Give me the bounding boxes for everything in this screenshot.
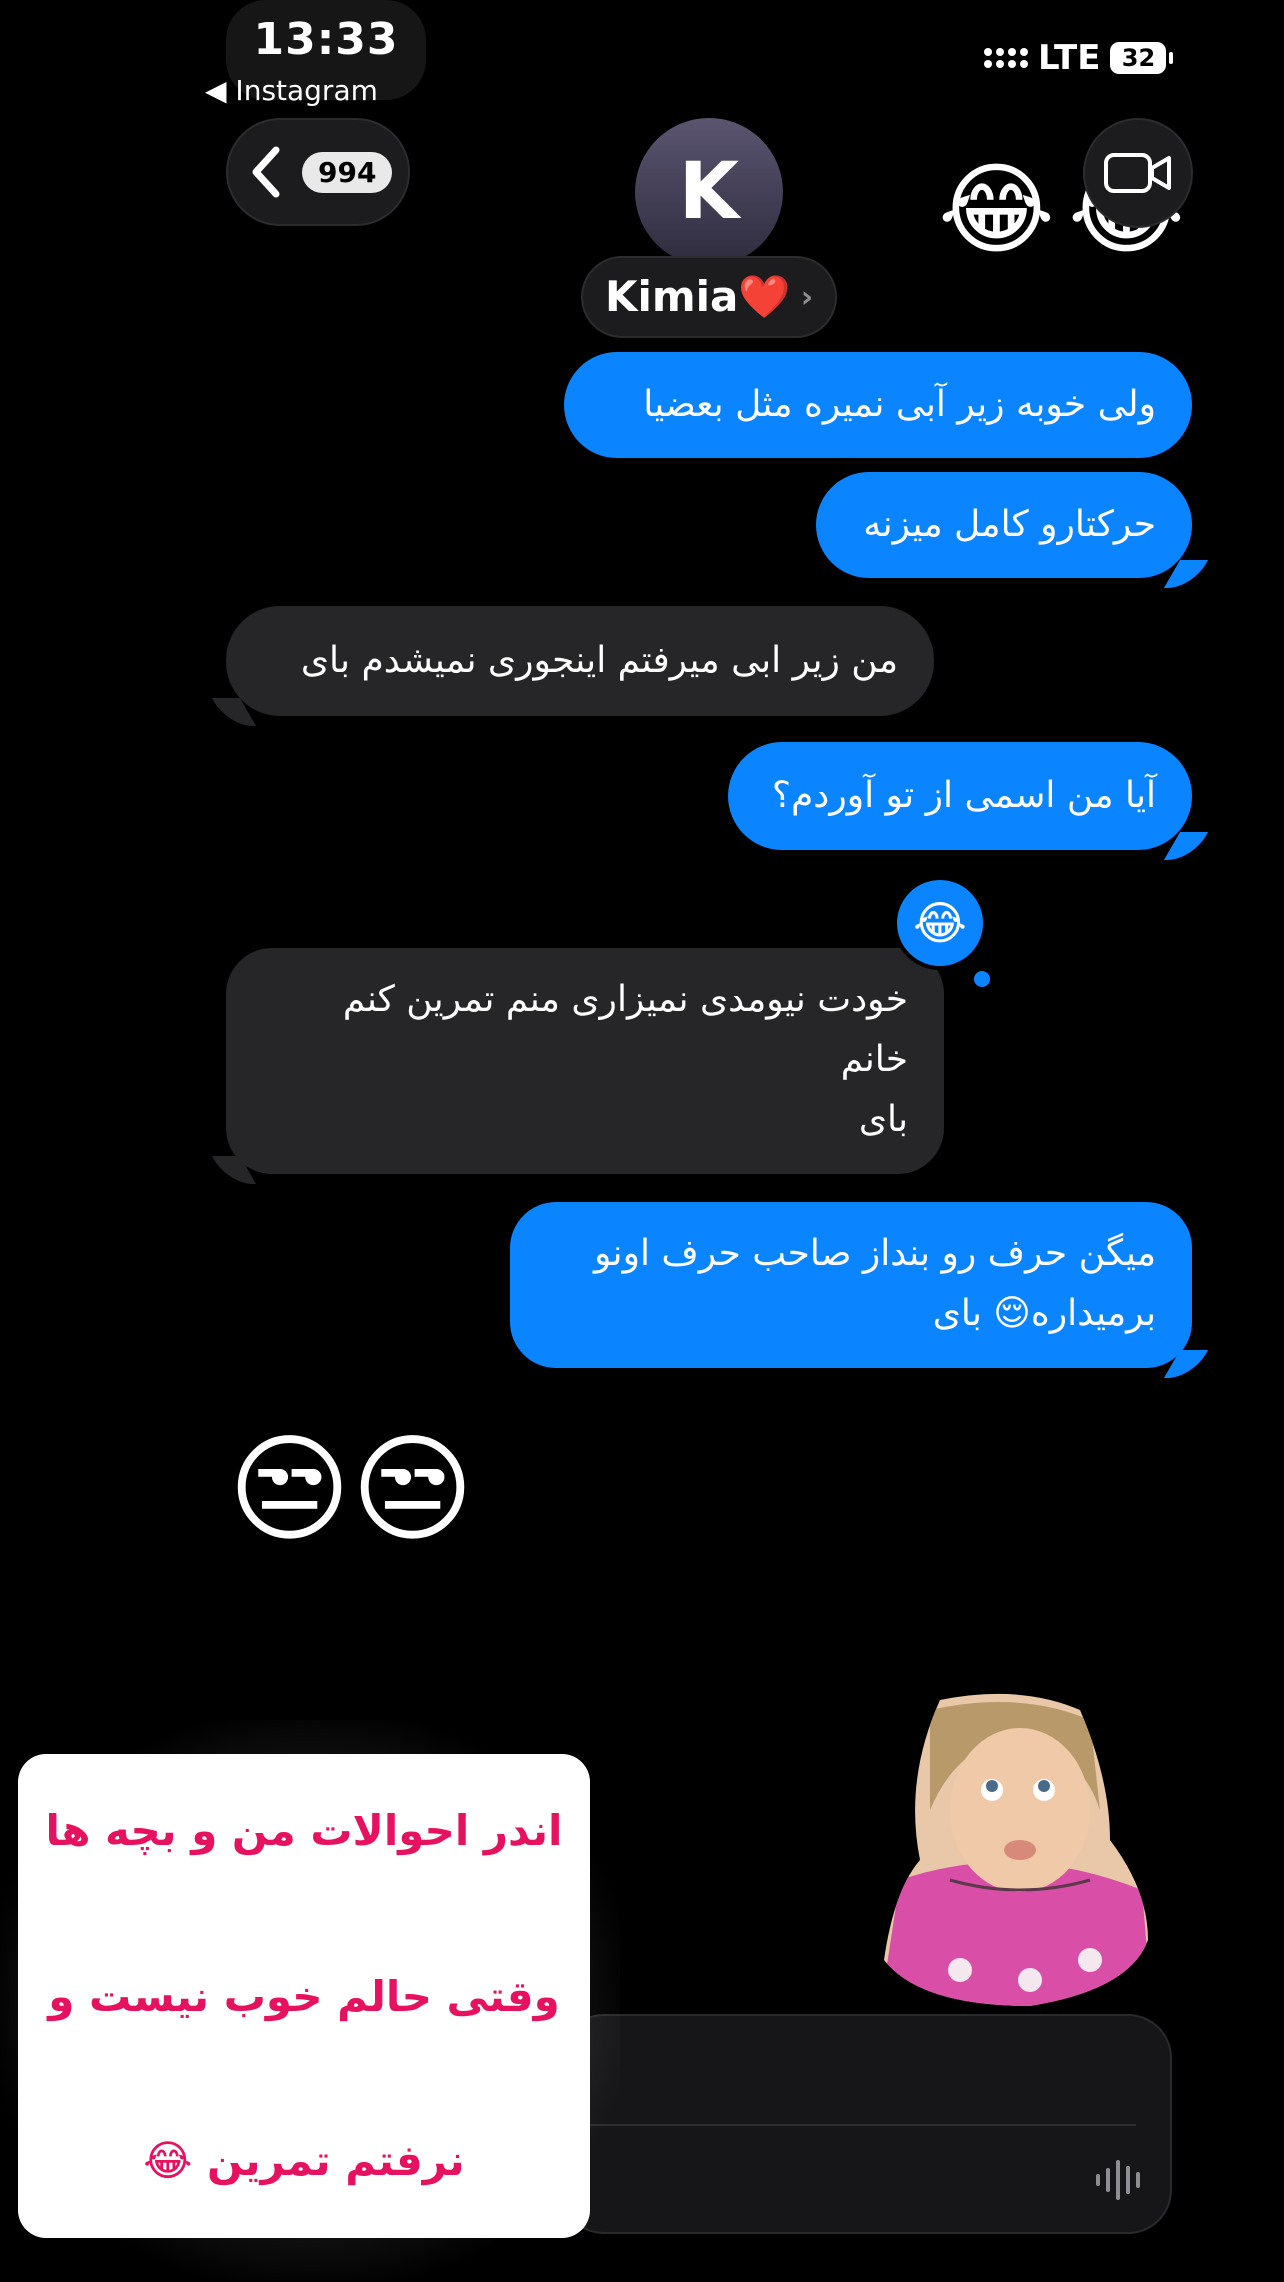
message-bubble-outgoing[interactable]: ولی خوبه زیر آبی نمیره مثل بعضیا: [564, 352, 1192, 458]
message-text: آیا من اسمی از تو آوردم؟: [771, 775, 1156, 816]
tapback-reaction[interactable]: 😂: [893, 876, 987, 970]
message-bubble-incoming[interactable]: خودت نیومدی نمیزاری منم تمرین کنم خانم ب…: [226, 948, 944, 1174]
message-bubble-outgoing[interactable]: میگن حرف رو بنداز صاحب حرف اونو برمیداره…: [510, 1202, 1192, 1368]
message-line: میگن حرف رو بنداز صاحب حرف اونو: [593, 1233, 1156, 1274]
contact-avatar[interactable]: K: [635, 118, 783, 266]
message-bubble-incoming[interactable]: من زیر ابی میرفتم اینجوری نمیشدم بای: [226, 606, 934, 716]
tapback-emoji: 😂: [913, 896, 967, 950]
video-call-button[interactable]: [1083, 118, 1193, 228]
chevron-right-icon: ›: [800, 279, 814, 315]
tapback-tail: [971, 968, 993, 990]
battery-icon: 32: [1110, 42, 1174, 74]
message-line: خودت نیومدی نمیزاری منم تمرین کنم: [342, 979, 908, 1020]
message-text: حرکتارو کامل میزنه: [863, 504, 1156, 545]
message-line: خانم: [840, 1039, 908, 1080]
status-indicators: LTE 32: [984, 38, 1174, 78]
video-camera-icon: [1104, 153, 1171, 193]
caption-line-2: وقتی حالم خوب نیست و: [48, 1972, 560, 2021]
cellular-signal-icon: [984, 48, 1028, 68]
message-bubble-outgoing[interactable]: حرکتارو کامل میزنه: [816, 472, 1192, 578]
contact-name-button[interactable]: Kimia❤️ ›: [581, 256, 837, 338]
back-button[interactable]: 994: [226, 118, 410, 226]
microphone-waveform-icon[interactable]: [1094, 2160, 1146, 2204]
caption-line-1: اندر احوالات من و بچه ها: [45, 1806, 563, 1855]
message-line: بای: [858, 1099, 908, 1140]
reaction-emoji: 😂: [938, 151, 1055, 268]
message-text: من زیر ابی میرفتم اینجوری نمیشدم بای: [300, 640, 898, 681]
avatar-initial: K: [678, 147, 740, 237]
child-sticker[interactable]: [880, 1690, 1152, 2010]
unread-count-badge: 994: [302, 151, 393, 193]
contact-name: Kimia❤️: [604, 272, 791, 321]
input-divider: [590, 2124, 1136, 2126]
battery-level: 32: [1121, 44, 1156, 72]
story-caption-card: اندر احوالات من و بچه ها وقتی حالم خوب ن…: [18, 1754, 590, 2238]
message-line: برمیداره😌 بای: [932, 1293, 1156, 1334]
message-text: ولی خوبه زیر آبی نمیره مثل بعضیا: [643, 384, 1156, 425]
back-to-app-link[interactable]: ◀ Instagram: [205, 74, 378, 107]
status-time: 13:33: [253, 14, 399, 65]
caption-line-3: نرفتم تمرین 😂: [143, 2136, 465, 2185]
chevron-left-icon: [252, 146, 280, 198]
message-bubble-outgoing[interactable]: آیا من اسمی از تو آوردم؟: [728, 742, 1192, 850]
network-label: LTE: [1038, 38, 1101, 78]
emoji-message[interactable]: 😒😒: [228, 1430, 474, 1548]
